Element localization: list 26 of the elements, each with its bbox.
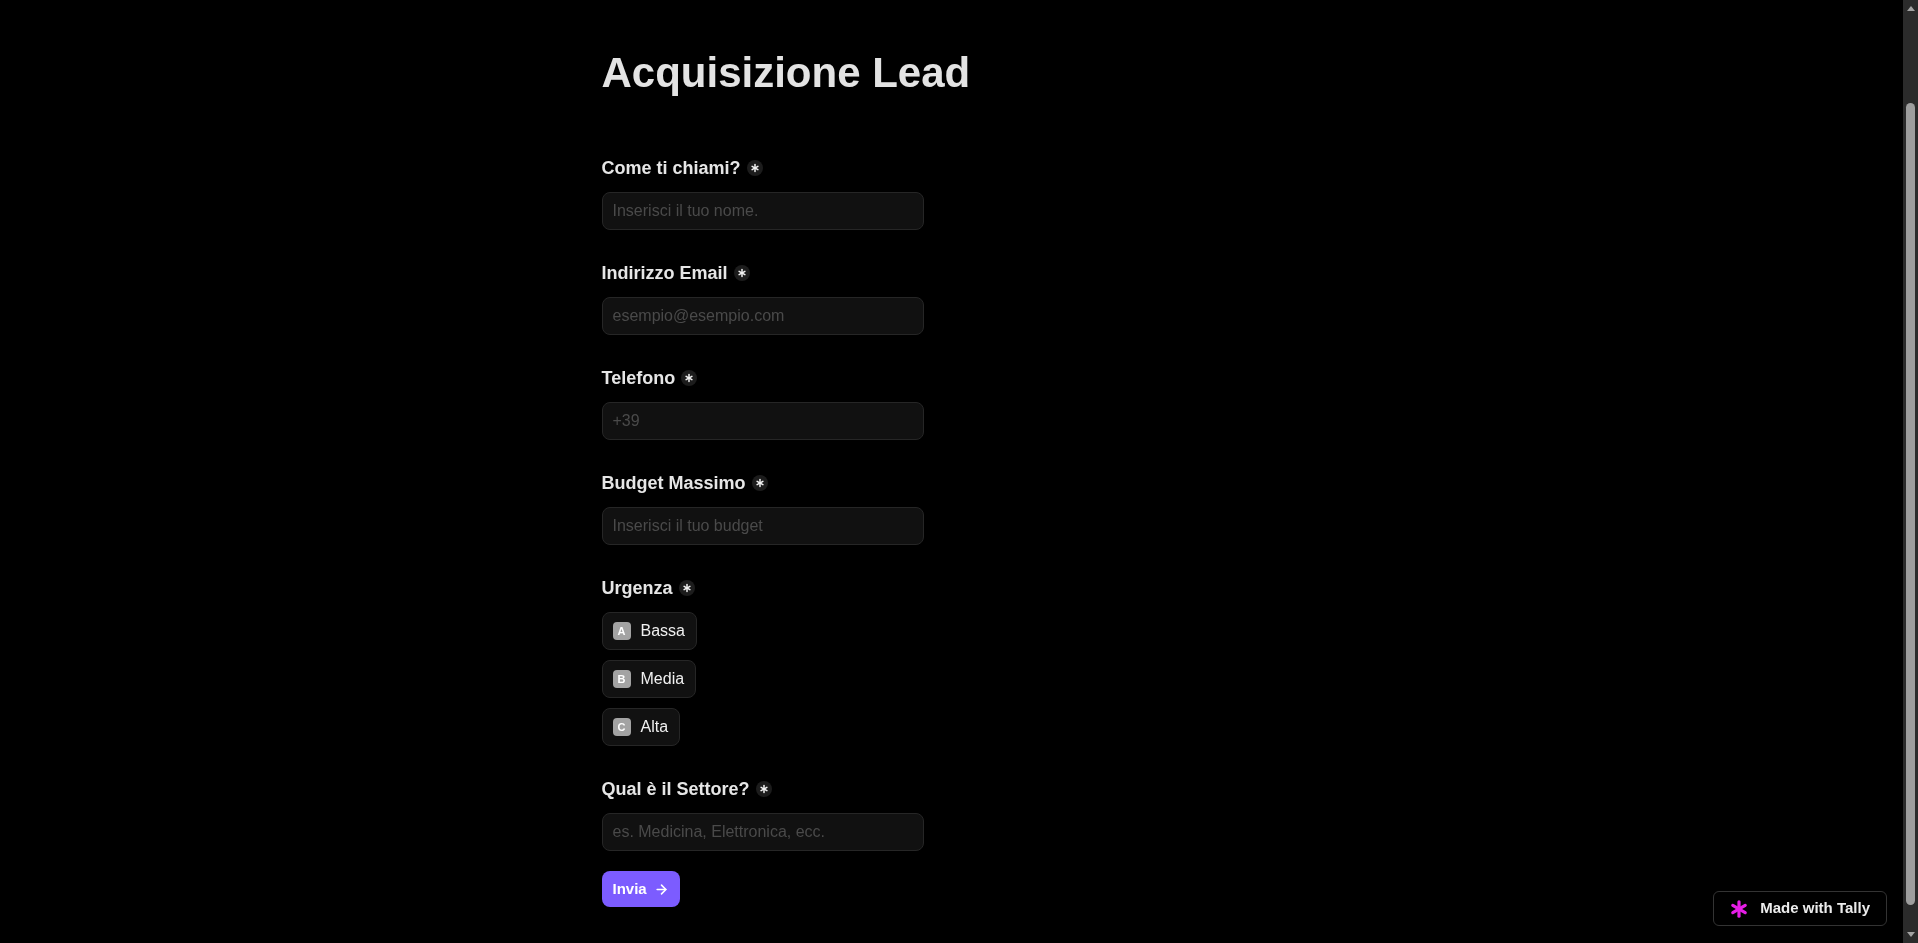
option-key: C [612, 718, 631, 736]
asterisk-icon [1730, 899, 1749, 918]
text-field[interactable]: Inserisci il tuo nome. [601, 192, 924, 230]
scroll-down-icon[interactable] [1906, 932, 1915, 937]
choice-option[interactable]: A Bassa [601, 612, 697, 650]
option-key: A [612, 622, 631, 640]
field-label: Telefono [601, 367, 676, 390]
form-title: Acquisizione Lead [601, 48, 971, 98]
arrow-right-icon [653, 881, 669, 897]
field-label: Qual è il Settore? [601, 778, 750, 801]
scrollbar[interactable] [1903, 0, 1918, 943]
submit-button[interactable]: Invia [601, 871, 680, 907]
choice-option[interactable]: C Alta [601, 708, 681, 746]
scrollbar-thumb[interactable] [1906, 103, 1915, 905]
field-label: Urgenza [601, 577, 673, 600]
text-field[interactable]: es. Medicina, Elettronica, ecc. [601, 813, 924, 851]
field-label: Indirizzo Email [601, 262, 728, 285]
scroll-up-icon[interactable] [1906, 6, 1915, 11]
choice-option[interactable]: B Media [601, 660, 697, 698]
field-label: Budget Massimo [601, 472, 746, 495]
option-key: B [612, 670, 631, 688]
text-field[interactable]: esempio@esempio.com [601, 297, 924, 335]
text-field[interactable]: Inserisci il tuo budget [601, 507, 924, 545]
made-with-tally-link[interactable]: Made with Tally [1713, 891, 1887, 926]
text-field[interactable]: +39 [601, 402, 924, 440]
field-label: Come ti chiami? [601, 157, 741, 180]
